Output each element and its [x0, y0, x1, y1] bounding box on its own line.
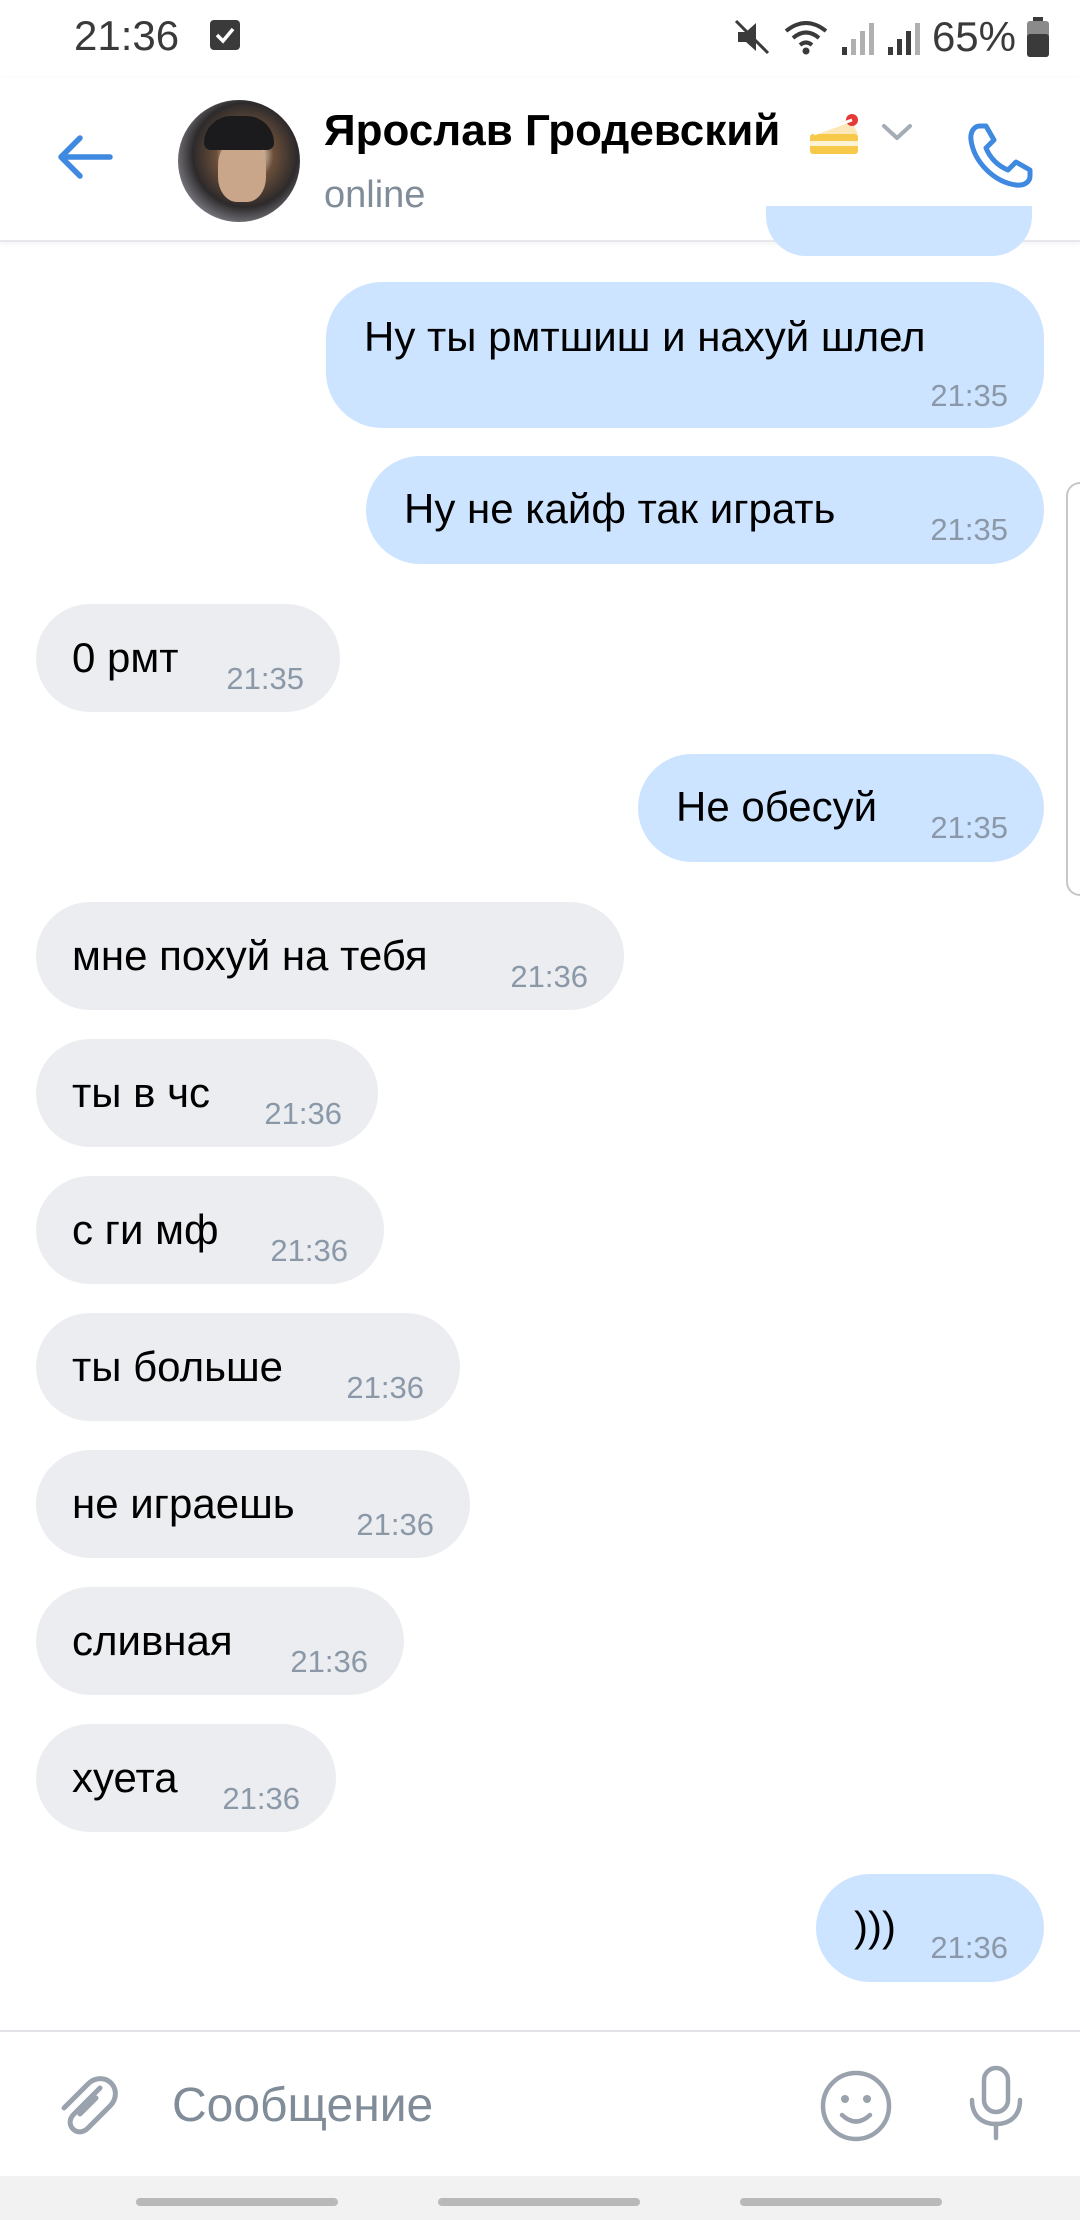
battery-percent: 65%	[931, 13, 1016, 60]
message-bubble[interactable]: Ну не кайф так играть 21:35	[366, 456, 1044, 564]
message-time: 21:36	[930, 1930, 1008, 1965]
message-time: 21:35	[930, 512, 1008, 547]
status-bar: 21:36 65%	[0, 0, 1080, 78]
status-icons: 65%	[732, 12, 1050, 62]
message-bubble[interactable]: 0 рмт 21:35	[36, 604, 340, 712]
message-time: 21:36	[270, 1233, 348, 1268]
mute-icon	[734, 19, 769, 55]
paperclip-icon[interactable]	[50, 2070, 122, 2142]
nav-recent-button[interactable]	[136, 2198, 338, 2206]
message-composer	[0, 2030, 1080, 2178]
message-bubble[interactable]: с ги мф 21:36	[36, 1176, 384, 1284]
nav-back-button[interactable]	[740, 2198, 942, 2206]
message-time: 21:35	[930, 378, 1008, 413]
message-text: мне похуй на тебя	[72, 932, 428, 979]
message-text: ты больше	[72, 1343, 284, 1390]
message-time: 21:35	[930, 810, 1008, 845]
smile-icon[interactable]	[818, 2068, 894, 2144]
message-time: 21:36	[356, 1507, 434, 1542]
chevron-down-icon[interactable]	[880, 122, 914, 142]
microphone-icon[interactable]	[958, 2064, 1034, 2144]
back-arrow-icon[interactable]	[50, 122, 120, 192]
nav-home-button[interactable]	[438, 2198, 640, 2206]
message-text: Не обесуй	[676, 783, 878, 830]
battery-icon	[1027, 17, 1049, 57]
signal-2-icon	[887, 23, 920, 55]
message-bubble[interactable]: сливная 21:36	[36, 1587, 404, 1695]
message-bubble[interactable]: мне похуй на тебя 21:36	[36, 902, 624, 1010]
message-bubble[interactable]: ты больше 21:36	[36, 1313, 460, 1421]
contact-status: online	[324, 174, 426, 216]
message-time: 21:36	[222, 1781, 300, 1816]
avatar[interactable]	[178, 100, 300, 222]
message-text: Ну ты рмтшиш и нахуй шлел	[364, 313, 926, 360]
phone-icon[interactable]	[962, 118, 1038, 194]
scroll-handle[interactable]	[1066, 482, 1080, 896]
message-bubble[interactable]: ))) 21:36	[816, 1874, 1044, 1982]
message-time: 21:36	[290, 1644, 368, 1679]
message-bubble[interactable]: не играешь 21:36	[36, 1450, 470, 1558]
message-bubble-partial	[766, 206, 1032, 256]
message-text: не играешь	[72, 1480, 295, 1527]
message-text: )))	[854, 1903, 896, 1950]
message-input[interactable]	[170, 2064, 774, 2146]
message-text: с ги мф	[72, 1206, 219, 1253]
message-time: 21:35	[226, 661, 304, 696]
message-time: 21:36	[346, 1370, 424, 1405]
checkbox-notification-icon	[210, 20, 240, 50]
message-bubble[interactable]: Ну ты рмтшиш и нахуй шлел 21:35	[326, 282, 1044, 428]
message-text: ты в чс	[72, 1069, 210, 1116]
status-time: 21:36	[74, 12, 180, 59]
message-bubble[interactable]: хуета 21:36	[36, 1724, 336, 1832]
message-text: Ну не кайф так играть	[404, 485, 836, 532]
message-bubble[interactable]: Не обесуй 21:35	[638, 754, 1044, 862]
system-nav-bar	[0, 2176, 1080, 2220]
wifi-icon	[784, 21, 828, 55]
message-time: 21:36	[510, 959, 588, 994]
signal-1-icon	[841, 23, 874, 55]
message-bubble[interactable]: ты в чс 21:36	[36, 1039, 378, 1147]
cake-emoji-icon	[810, 114, 858, 154]
message-time: 21:36	[264, 1096, 342, 1131]
message-text: 0 рмт	[72, 634, 179, 681]
message-text: сливная	[72, 1617, 233, 1664]
message-text: хуета	[72, 1754, 178, 1801]
contact-name[interactable]: Ярослав Гродевский	[324, 106, 780, 156]
